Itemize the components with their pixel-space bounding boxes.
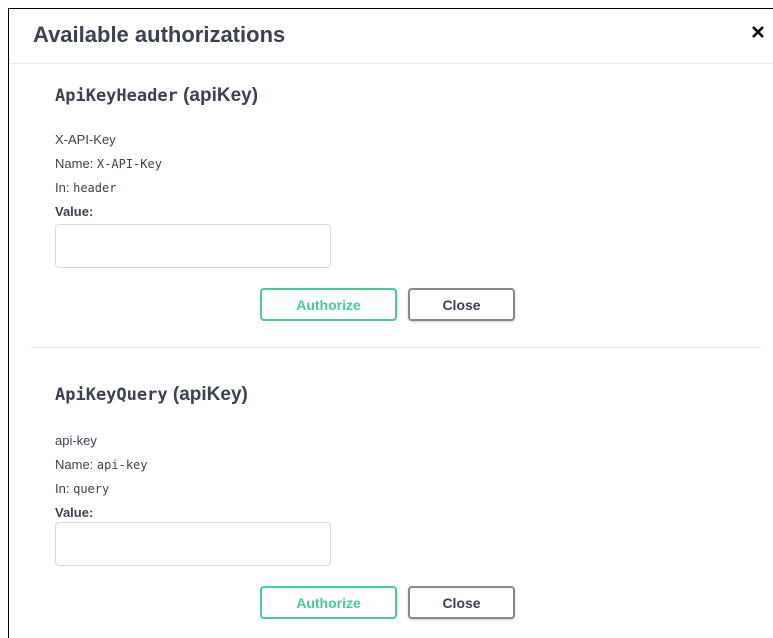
value-input[interactable]: [55, 522, 331, 566]
authorize-button[interactable]: Authorize: [260, 288, 397, 321]
auth-scheme-apikeyheader: ApiKeyHeader (apiKey) X-API-Key Name: X-…: [31, 64, 761, 348]
scheme-name: ApiKeyQuery: [55, 385, 168, 405]
value-label: Value:: [55, 505, 94, 520]
scheme-name-row: Name: api-key: [55, 457, 148, 472]
close-button[interactable]: Close: [408, 288, 515, 321]
scheme-name: ApiKeyHeader: [55, 86, 178, 106]
name-label: Name:: [55, 156, 94, 171]
scheme-type: (apiKey): [172, 384, 248, 405]
close-icon[interactable]: [749, 23, 767, 41]
in-value: header: [73, 181, 117, 195]
in-value: query: [73, 482, 110, 496]
scheme-title: ApiKeyQuery (apiKey): [55, 384, 248, 406]
value-label: Value:: [55, 204, 94, 219]
scheme-in-row: In: header: [55, 180, 116, 195]
close-button[interactable]: Close: [408, 586, 515, 619]
dialog-title: Available authorizations: [33, 22, 286, 47]
scheme-description: X-API-Key: [55, 132, 116, 147]
dialog-header: Available authorizations: [9, 9, 773, 64]
scheme-type: (apiKey): [183, 85, 259, 106]
auth-scheme-apikeyquery: ApiKeyQuery (apiKey) api-key Name: api-k…: [31, 349, 761, 638]
in-label: In:: [55, 481, 70, 496]
name-value: api-key: [96, 458, 148, 472]
value-input[interactable]: [55, 224, 331, 268]
authorizations-dialog: Available authorizations ApiKeyHeader (a…: [8, 8, 773, 638]
name-label: Name:: [55, 457, 94, 472]
authorize-button[interactable]: Authorize: [260, 586, 397, 619]
scheme-in-row: In: query: [55, 481, 109, 496]
scheme-title: ApiKeyHeader (apiKey): [55, 85, 258, 107]
scheme-name-row: Name: X-API-Key: [55, 156, 162, 171]
scheme-description: api-key: [55, 433, 97, 448]
name-value: X-API-Key: [96, 157, 162, 171]
in-label: In:: [55, 180, 70, 195]
